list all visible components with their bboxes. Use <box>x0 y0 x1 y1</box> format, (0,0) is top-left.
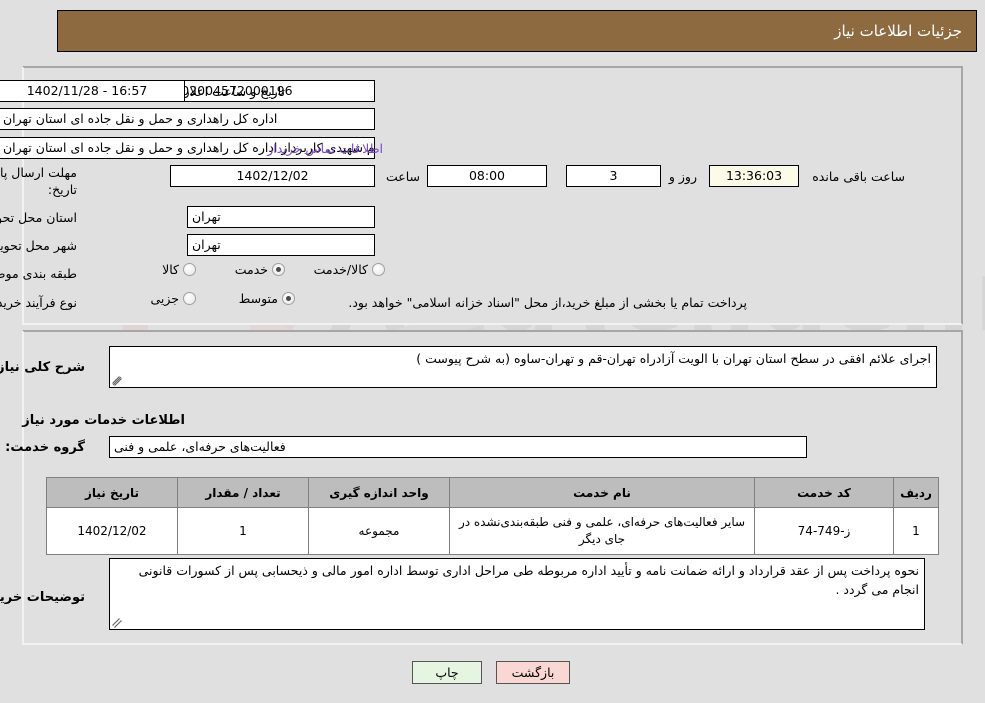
radio-category-goods-service-input[interactable] <box>372 263 385 276</box>
print-button[interactable]: چاپ <box>412 661 482 684</box>
subject-category-label: طبقه بندی موضوعی: <box>0 266 77 281</box>
services-section-heading: اطلاعات خدمات مورد نیاز <box>22 413 185 428</box>
cell-unit: مجموعه <box>308 507 450 555</box>
radio-process-minor-label: جزیی <box>150 291 179 306</box>
countdown-timer-label: ساعت باقی مانده <box>812 169 905 184</box>
col-qty: تعداد / مقدار <box>177 477 309 508</box>
radio-category-service-label: خدمت <box>234 262 268 277</box>
buyer-notes-label: توضیحات خریدار: <box>0 590 85 605</box>
cell-name: سایر فعالیت‌های حرفه‌ای، علمی و فنی طبقه… <box>449 507 755 555</box>
purchase-process-label: نوع فرآیند خرید : <box>0 295 77 310</box>
delivery-province-label: استان محل تحویل: <box>0 210 77 225</box>
buyer-org-value: اداره کل راهداری و حمل و نقل جاده ای است… <box>0 108 375 130</box>
radio-process-medium-label: متوسط <box>238 291 278 306</box>
cell-code: ز-749-74 <box>754 507 894 555</box>
radio-category-service[interactable]: خدمت <box>235 262 285 277</box>
resize-grip-icon-2[interactable] <box>112 618 122 628</box>
announce-datetime-value: 16:57 - 1402/11/28 <box>0 80 185 102</box>
radio-category-service-input[interactable] <box>272 263 285 276</box>
page-title: جزئیات اطلاعات نیاز <box>834 22 962 40</box>
delivery-province-value: تهران <box>187 206 375 228</box>
countdown-timer-value: 13:36:03 <box>709 165 799 187</box>
general-description-value: اجرای علائم افقی در سطح استان تهران با ا… <box>416 351 931 366</box>
table-header-row: ردیف کد خدمت نام خدمت واحد اندازه گیری ت… <box>46 477 939 508</box>
general-description-textarea[interactable]: اجرای علائم افقی در سطح استان تهران با ا… <box>109 346 937 388</box>
radio-category-goods[interactable]: کالا <box>162 262 196 277</box>
deadline-hour-label: ساعت <box>385 169 420 184</box>
back-button[interactable]: بازگشت <box>496 661 570 684</box>
cell-qty: 1 <box>177 507 309 555</box>
buyer-notes-value: نحوه پرداخت پس از عقد قرارداد و ارائه ضم… <box>138 563 919 597</box>
delivery-city-value: تهران <box>187 234 375 256</box>
cell-date: 1402/12/02 <box>46 507 178 555</box>
islamic-treasury-note: پرداخت تمام یا بخشی از مبلغ خرید،از محل … <box>348 295 747 310</box>
page-root: AriaTender.net جزئیات اطلاعات نیاز شماره… <box>0 0 985 703</box>
page-header-bar: جزئیات اطلاعات نیاز <box>57 10 977 52</box>
radio-process-minor[interactable]: جزیی <box>150 291 196 306</box>
radio-process-medium[interactable]: متوسط <box>239 291 295 306</box>
delivery-city-label: شهر محل تحویل: <box>0 238 77 253</box>
general-description-label: شرح کلی نیاز: <box>0 360 85 375</box>
deadline-time-value: 08:00 <box>427 165 547 187</box>
deadline-label-line2: تاریخ: <box>47 182 77 197</box>
service-group-label: گروه خدمت: <box>5 440 85 455</box>
resize-grip-icon[interactable] <box>112 376 122 386</box>
need-info-panel <box>22 66 963 325</box>
radio-process-minor-input[interactable] <box>183 292 196 305</box>
buyer-contact-info-link[interactable]: اطلاعات تماس خریدار <box>267 141 383 156</box>
service-group-value: فعالیت‌های حرفه‌ای، علمی و فنی <box>109 436 807 458</box>
col-code: کد خدمت <box>754 477 894 508</box>
remaining-days-value: 3 <box>566 165 661 187</box>
deadline-date-value: 1402/12/02 <box>170 165 375 187</box>
col-row: ردیف <box>893 477 939 508</box>
table-row: 1 ز-749-74 سایر فعالیت‌های حرفه‌ای، علمی… <box>46 507 939 555</box>
buyer-notes-textarea[interactable]: نحوه پرداخت پس از عقد قرارداد و ارائه ضم… <box>109 558 925 630</box>
radio-category-goods-input[interactable] <box>183 263 196 276</box>
col-date: تاریخ نیاز <box>46 477 178 508</box>
col-name: نام خدمت <box>449 477 755 508</box>
cell-row: 1 <box>893 507 939 555</box>
deadline-label-line1: مهلت ارسال پاسخ: تا <box>0 165 77 180</box>
remaining-days-label: روز و <box>668 169 697 184</box>
radio-category-goods-service[interactable]: کالا/خدمت <box>314 262 385 277</box>
radio-process-medium-input[interactable] <box>282 292 295 305</box>
col-unit: واحد اندازه گیری <box>308 477 450 508</box>
services-table: ردیف کد خدمت نام خدمت واحد اندازه گیری ت… <box>46 477 939 555</box>
radio-category-goods-label: کالا <box>162 262 179 277</box>
radio-category-goods-service-label: کالا/خدمت <box>313 262 368 277</box>
